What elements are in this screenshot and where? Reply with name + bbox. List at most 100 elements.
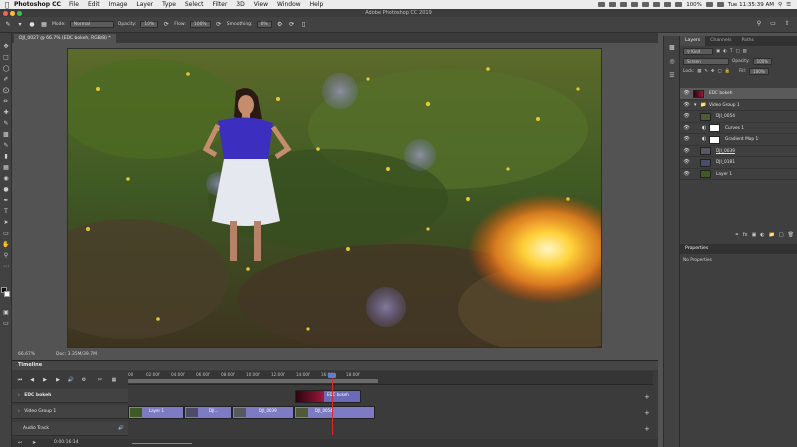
flag-icon[interactable] — [716, 2, 724, 7]
filter-smart-icon[interactable]: ▧ — [743, 49, 747, 54]
chevron-down-icon[interactable]: ▾ — [16, 21, 24, 29]
pressure-size-icon[interactable]: ⟳ — [288, 21, 296, 29]
lock-image-icon[interactable]: ✎ — [704, 69, 708, 74]
visibility-eye-icon[interactable]: 👁 — [683, 113, 690, 120]
brush-preset-icon[interactable]: ● — [28, 21, 36, 29]
play-icon[interactable]: ▶ — [41, 376, 49, 384]
symmetry-icon[interactable]: ▯ — [300, 21, 308, 29]
status-app-icon[interactable] — [664, 2, 672, 7]
chevron-right-icon[interactable]: › — [18, 409, 20, 414]
layer-row[interactable]: 👁 DJI_0181 — [680, 157, 797, 169]
tab-paths[interactable]: Paths — [736, 36, 759, 46]
clock[interactable]: Tue 11:35:39 AM — [728, 2, 774, 8]
fx-icon[interactable]: fx — [743, 232, 748, 241]
menu-list-icon[interactable]: ☰ — [786, 2, 791, 8]
track-edc-bokeh[interactable]: › EDC bokeh — [12, 389, 128, 403]
smoothing-field[interactable]: 0% — [256, 21, 272, 28]
zoom-level[interactable]: 66.67% — [18, 352, 35, 357]
gradient-tool-icon[interactable]: ▦ — [2, 164, 10, 172]
apple-icon[interactable]:  — [0, 1, 14, 9]
layer-row[interactable]: 👁 ▾ 📁 Video Group 1 — [680, 100, 797, 111]
visibility-eye-icon[interactable]: 👁 — [683, 90, 690, 97]
airbrush-icon[interactable]: ⟳ — [215, 21, 223, 29]
menu-select[interactable]: Select — [185, 1, 204, 8]
playhead[interactable] — [332, 375, 333, 435]
track-audio[interactable]: Audio Track 🔊 — [12, 422, 128, 436]
clip-layer1[interactable]: Layer 1 — [128, 406, 184, 419]
adjustments-panel-icon[interactable]: ◎ — [668, 58, 676, 66]
visibility-eye-icon[interactable]: 👁 — [683, 159, 690, 166]
filter-pixel-icon[interactable]: ▣ — [716, 49, 720, 54]
status-app-icon[interactable] — [653, 2, 661, 7]
layer-row[interactable]: 👁 ◐ Curves 1 — [680, 123, 797, 134]
playhead-handle[interactable] — [328, 373, 336, 378]
dropbox-icon[interactable] — [598, 2, 606, 7]
adjustment-layer-icon[interactable]: ◐ — [760, 232, 764, 241]
add-media-icon[interactable]: + — [644, 393, 650, 401]
brush-tool-icon[interactable]: ✎ — [2, 120, 10, 128]
hand-tool-icon[interactable]: ✋ — [2, 241, 10, 249]
lock-artboard-icon[interactable]: □ — [718, 69, 722, 74]
link-layers-icon[interactable]: ⚭ — [735, 232, 739, 241]
layer-row[interactable]: 👁 DJI_0054 — [680, 111, 797, 123]
prev-frame-icon[interactable]: ◀ — [28, 376, 36, 384]
visibility-eye-icon[interactable]: 👁 — [683, 125, 690, 132]
menu-view[interactable]: View — [254, 1, 268, 8]
properties-title[interactable]: Properties — [680, 244, 797, 254]
lock-all-icon[interactable]: 🔒 — [725, 69, 730, 74]
filter-shape-icon[interactable]: □ — [735, 49, 739, 54]
battery-icon[interactable] — [705, 2, 713, 7]
crop-tool-icon[interactable]: ⨀ — [2, 87, 10, 95]
delete-layer-icon[interactable]: 🗑 — [788, 232, 794, 241]
add-audio-icon[interactable]: + — [644, 425, 650, 433]
gear-icon[interactable]: ⚙ — [276, 21, 284, 29]
menu-help[interactable]: Help — [310, 1, 324, 8]
clip-dji-0039[interactable]: DJI_0039 — [232, 406, 294, 419]
search-icon[interactable]: ⚲ — [778, 2, 782, 8]
clone-stamp-tool-icon[interactable]: ▩ — [2, 131, 10, 139]
layer-row[interactable]: 👁 EDC bokeh — [680, 88, 797, 100]
visibility-eye-icon[interactable]: 👁 — [683, 171, 690, 178]
tab-layers[interactable]: Layers — [680, 36, 706, 46]
zoom-slider[interactable] — [132, 443, 192, 444]
settings-icon[interactable]: ⚙ — [80, 376, 88, 384]
filter-adjustment-icon[interactable]: ◐ — [723, 49, 727, 54]
tab-channels[interactable]: Channels — [705, 36, 736, 46]
menu-type[interactable]: Type — [162, 1, 176, 8]
layer-row[interactable]: 👁 ◐ Gradient Map 1 — [680, 134, 797, 146]
current-time[interactable]: 0:00:16:14 — [54, 440, 79, 445]
mode-select[interactable]: Normal — [69, 21, 114, 28]
quick-mask-icon[interactable]: ▣ — [2, 309, 10, 317]
libraries-panel-icon[interactable]: ☰ — [668, 72, 676, 80]
lock-position-icon[interactable]: ✥ — [711, 69, 715, 74]
next-frame-icon[interactable]: ▶ — [54, 376, 62, 384]
opacity-field[interactable]: 10% — [140, 21, 159, 28]
history-brush-tool-icon[interactable]: ✎ — [2, 142, 10, 150]
menu-image[interactable]: Image — [109, 1, 128, 8]
pressure-opacity-icon[interactable]: ⟳ — [162, 21, 170, 29]
quick-select-tool-icon[interactable]: ✐ — [2, 76, 10, 84]
clip-dji[interactable]: DJI... — [184, 406, 232, 419]
flow-field[interactable]: 100% — [189, 21, 211, 28]
menu-file[interactable]: File — [69, 1, 79, 8]
visibility-eye-icon[interactable]: 👁 — [683, 102, 690, 109]
status-app-icon[interactable] — [631, 2, 639, 7]
doc-size[interactable]: Doc: 3.35M/39.7M — [56, 352, 97, 357]
audio-volume-icon[interactable]: 🔊 — [118, 422, 124, 436]
brush-settings-icon[interactable]: ▦ — [40, 21, 48, 29]
add-mask-icon[interactable]: ▣ — [752, 232, 757, 241]
clip-edc-bokeh[interactable]: EDC bokeh — [295, 390, 361, 403]
menu-filter[interactable]: Filter — [212, 1, 227, 8]
lasso-tool-icon[interactable]: ◯ — [2, 65, 10, 73]
timeline-ruler[interactable]: 00 02:00f 04:00f 06:00f 08:00f 10:00f 12… — [128, 371, 653, 385]
move-tool-icon[interactable]: ✥ — [2, 43, 10, 51]
menu-layer[interactable]: Layer — [136, 1, 153, 8]
type-tool-icon[interactable]: T — [2, 208, 10, 216]
clip-dji-0054[interactable]: DJI_0054 — [294, 406, 375, 419]
split-icon[interactable]: ✂ — [96, 376, 104, 384]
document-tab[interactable]: DJI_0027 @ 66.7% (EDC bokeh, RGB/8) * — [14, 34, 116, 43]
menu-3d[interactable]: 3D — [236, 1, 244, 8]
track-video-group[interactable]: › Video Group 1 — [12, 405, 128, 419]
render-icon[interactable]: ➤ — [32, 440, 36, 446]
filter-type-icon[interactable]: T — [730, 49, 733, 54]
